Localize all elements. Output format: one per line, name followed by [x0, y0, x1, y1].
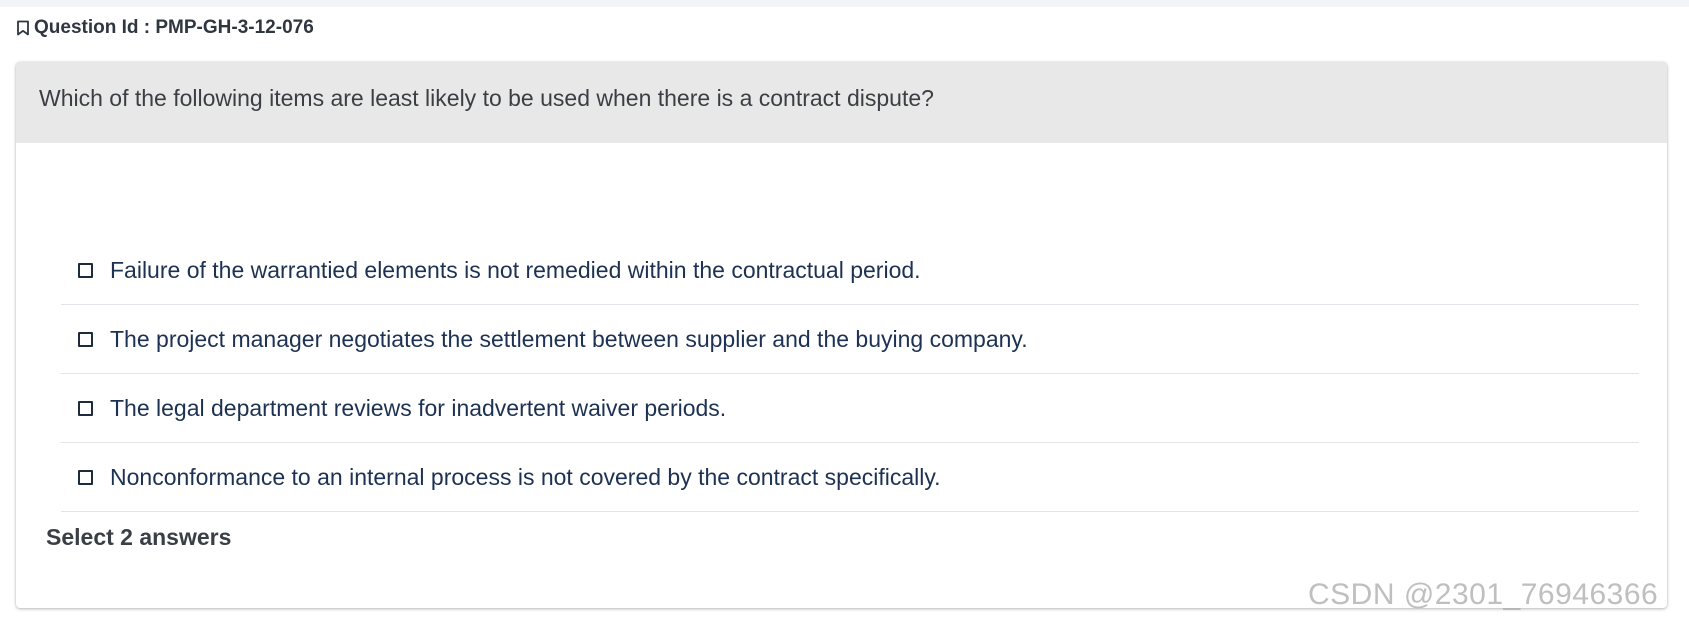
- answer-option[interactable]: The project manager negotiates the settl…: [61, 305, 1639, 374]
- watermark: CSDN @2301_76946366: [1308, 578, 1659, 611]
- selection-hint: Select 2 answers: [46, 524, 232, 550]
- checkbox-empty-icon[interactable]: [78, 400, 93, 416]
- checkbox-empty-icon[interactable]: [78, 262, 93, 278]
- question-header: Which of the following items are least l…: [16, 62, 1667, 143]
- answer-option-label: The project manager negotiates the settl…: [110, 325, 1028, 352]
- bookmark-icon[interactable]: [16, 20, 30, 36]
- answer-option[interactable]: Failure of the warrantied elements is no…: [61, 236, 1639, 305]
- question-id-row: Question Id : PMP-GH-3-12-076: [16, 17, 314, 39]
- answer-option[interactable]: Nonconformance to an internal process is…: [61, 443, 1639, 512]
- answer-option-label: Failure of the warrantied elements is no…: [110, 256, 921, 283]
- question-card: Which of the following items are least l…: [16, 62, 1667, 608]
- answer-option-label: Nonconformance to an internal process is…: [110, 463, 941, 490]
- answer-option[interactable]: The legal department reviews for inadver…: [61, 374, 1639, 443]
- answer-option-label: The legal department reviews for inadver…: [110, 394, 727, 421]
- question-text: Which of the following items are least l…: [39, 85, 934, 111]
- checkbox-empty-icon[interactable]: [78, 469, 93, 485]
- checkbox-empty-icon[interactable]: [78, 331, 93, 347]
- top-strip: [0, 0, 1689, 7]
- answer-options: Failure of the warrantied elements is no…: [61, 236, 1639, 512]
- question-id-label: Question Id : PMP-GH-3-12-076: [34, 17, 314, 38]
